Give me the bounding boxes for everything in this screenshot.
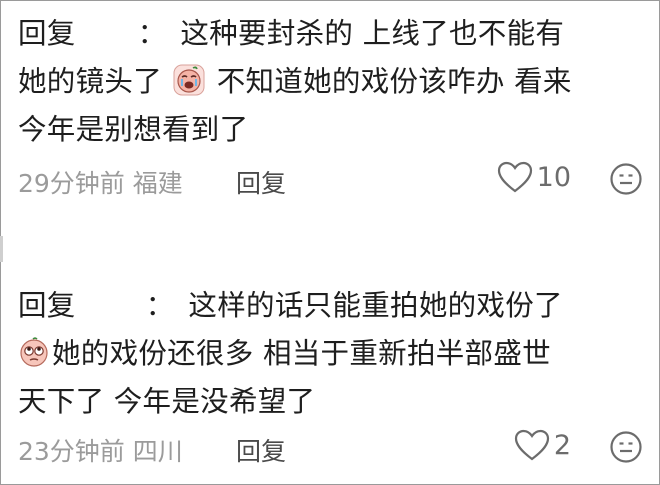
time-ago: 29分钟前	[18, 169, 125, 198]
eye-roll-face-icon	[20, 337, 48, 367]
comment-line: 回复 ： 这样的话只能重拍她的戏份了	[18, 282, 643, 330]
comment-text: 回复 ： 这种要封杀的 上线了也不能有 她的镜头了 不知道她的戏份该咋办 看来 今年…	[18, 10, 643, 154]
reply-button[interactable]: 回复	[236, 432, 286, 468]
comment-line: 今年是别想看到了	[18, 106, 643, 154]
comment-line-text: 今年是别想看到了	[18, 113, 249, 146]
comment-text: 回复 ： 这样的话只能重拍她的戏份了 她的戏份还很多 相当于重新拍半部盛世 天下了 …	[18, 282, 643, 426]
comment-line: 她的镜头了 不知道她的戏份该咋办 看来	[18, 58, 643, 106]
comment-item: 回复 ： 这种要封杀的 上线了也不能有 她的镜头了 不知道她的戏份该咋办 看来 今年…	[18, 10, 643, 198]
colon: ：	[145, 289, 175, 322]
location: 福建	[132, 169, 183, 198]
like-count: 2	[553, 429, 571, 461]
like-count: 10	[536, 161, 571, 193]
time-ago: 23分钟前	[18, 437, 125, 466]
like-button[interactable]: 10	[497, 160, 571, 194]
emoji-reaction-icon[interactable]	[609, 430, 643, 464]
reply-prefix: 回复	[18, 289, 76, 322]
colon: ：	[137, 17, 167, 50]
crying-face-icon	[173, 64, 205, 96]
heart-icon	[497, 161, 532, 193]
like-button[interactable]: 2	[514, 428, 571, 462]
reply-button[interactable]: 回复	[236, 164, 286, 200]
comment-line-text: 不知道她的戏份该咋办 看来	[216, 65, 572, 98]
comment-line: 她的戏份还很多 相当于重新拍半部盛世	[18, 330, 643, 378]
heart-icon	[514, 429, 549, 461]
comment-line-text: 她的镜头了	[18, 65, 163, 98]
comment-line-text: 这种要封杀的 上线了也不能有	[180, 17, 565, 50]
comment-item: 回复 ： 这样的话只能重拍她的戏份了 她的戏份还很多 相当于重新拍半部盛世 天下了 …	[18, 282, 643, 466]
reply-prefix: 回复	[18, 17, 76, 50]
comment-line-text: 天下了 今年是没希望了	[18, 385, 316, 418]
comment-meta: 29分钟前 福建 回复 10	[18, 158, 643, 202]
timestamp: 23分钟前 四川	[18, 432, 183, 468]
comment-line: 天下了 今年是没希望了	[18, 378, 643, 426]
comment-line: 回复 ： 这种要封杀的 上线了也不能有	[18, 10, 643, 58]
comment-line-text: 这样的话只能重拍她的戏份了	[188, 289, 563, 322]
comment-meta: 23分钟前 四川 回复 2	[18, 426, 643, 470]
emoji-reaction-icon[interactable]	[609, 162, 643, 196]
location: 四川	[132, 437, 183, 466]
left-edge-fragment	[0, 236, 3, 262]
timestamp: 29分钟前 福建	[18, 164, 183, 200]
comment-line-text: 她的戏份还很多 相当于重新拍半部盛世	[52, 337, 551, 370]
